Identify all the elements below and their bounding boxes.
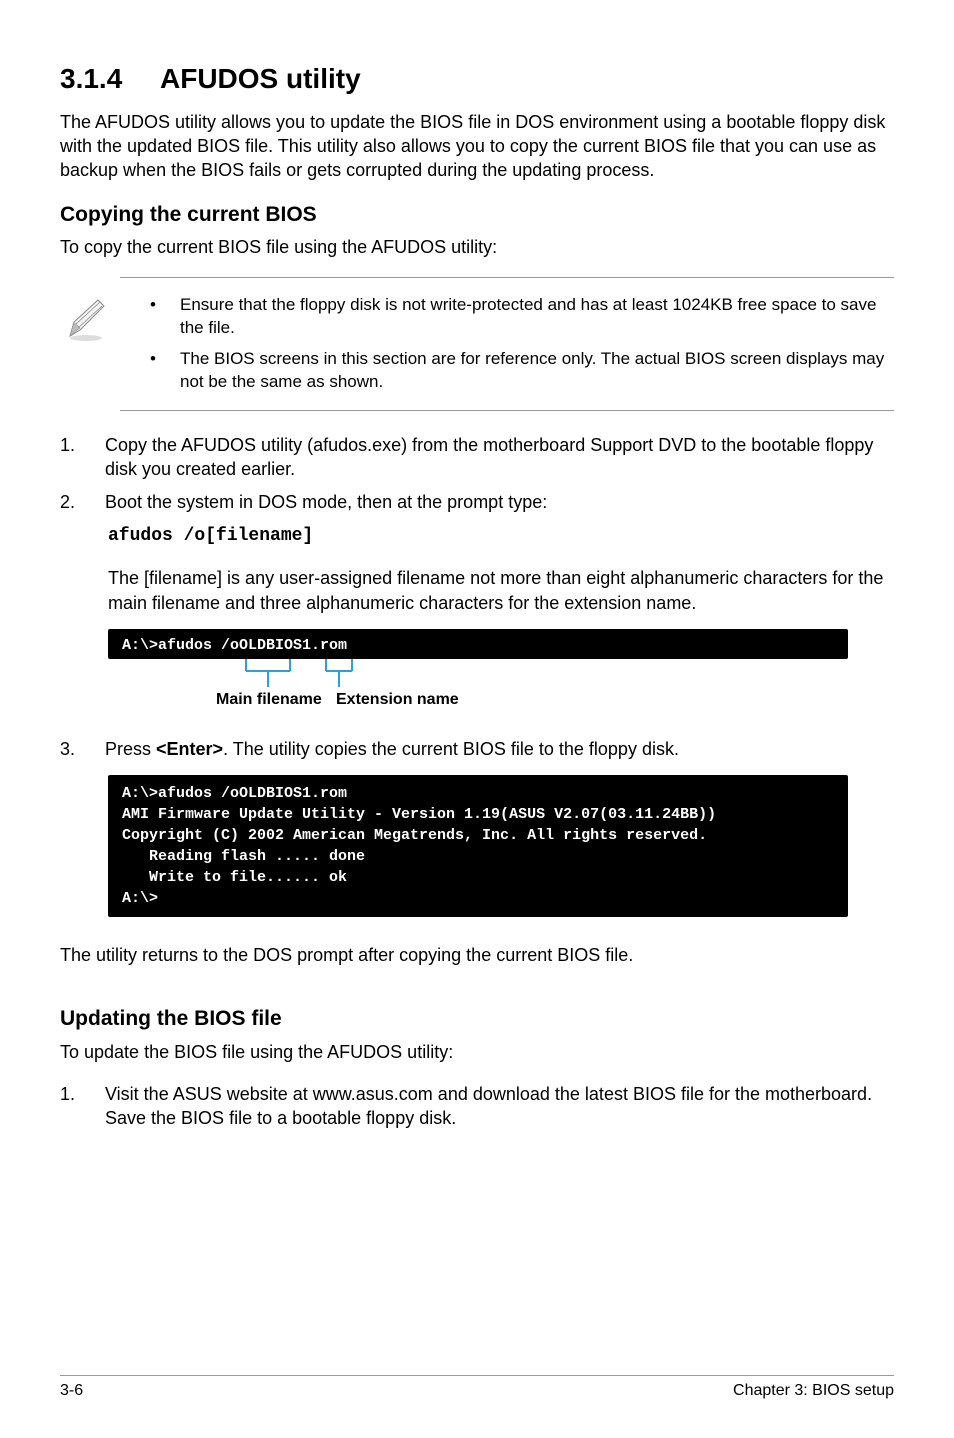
step-item: 2. Boot the system in DOS mode, then at … (60, 490, 894, 514)
step-item: 1. Copy the AFUDOS utility (afudos.exe) … (60, 433, 894, 482)
step-text: Copy the AFUDOS utility (afudos.exe) fro… (105, 433, 894, 482)
note-item: • Ensure that the floppy disk is not wri… (120, 290, 894, 344)
page-footer: 3-6 Chapter 3: BIOS setup (60, 1375, 894, 1402)
annotation-row: Main filename Extension name (108, 659, 894, 719)
section-intro: The AFUDOS utility allows you to update … (60, 110, 894, 183)
closing-text: The utility returns to the DOS prompt af… (60, 943, 894, 967)
copying-lead: To copy the current BIOS file using the … (60, 235, 894, 259)
command-code: afudos /o[filename] (108, 524, 894, 548)
after-command-text: The [filename] is any user-assigned file… (108, 566, 894, 615)
step-text: Boot the system in DOS mode, then at the… (105, 490, 894, 514)
section-number: 3.1.4 (60, 60, 160, 98)
step-text: Press <Enter>. The utility copies the cu… (105, 737, 894, 761)
key-label: <Enter> (156, 739, 223, 759)
pencil-note-icon (64, 298, 108, 342)
updating-heading: Updating the BIOS file (60, 1005, 894, 1033)
bullet-icon: • (150, 348, 180, 394)
step-item: 1. Visit the ASUS website at www.asus.co… (60, 1082, 894, 1131)
note-text: Ensure that the floppy disk is not write… (180, 294, 894, 340)
copying-heading: Copying the current BIOS (60, 201, 894, 229)
step-text: Visit the ASUS website at www.asus.com a… (105, 1082, 894, 1131)
bullet-icon: • (150, 294, 180, 340)
section-heading: 3.1.4AFUDOS utility (60, 60, 894, 98)
section-title-text: AFUDOS utility (160, 63, 361, 94)
note-item: • The BIOS screens in this section are f… (120, 344, 894, 398)
note-block: • Ensure that the floppy disk is not wri… (120, 277, 894, 411)
step-number: 1. (60, 1082, 105, 1131)
step-item: 3. Press <Enter>. The utility copies the… (60, 737, 894, 761)
page-number: 3-6 (60, 1380, 83, 1402)
step-number: 1. (60, 433, 105, 482)
updating-lead: To update the BIOS file using the AFUDOS… (60, 1040, 894, 1064)
step-number: 2. (60, 490, 105, 514)
annotation-label-ext: Extension name (336, 689, 459, 711)
annotation-label-main: Main filename (216, 689, 322, 711)
note-text: The BIOS screens in this section are for… (180, 348, 894, 394)
chapter-label: Chapter 3: BIOS setup (733, 1380, 894, 1402)
step-number: 3. (60, 737, 105, 761)
terminal-output: A:\>afudos /oOLDBIOS1.rom AMI Firmware U… (108, 775, 848, 917)
terminal-output: A:\>afudos /oOLDBIOS1.rom (108, 629, 848, 659)
